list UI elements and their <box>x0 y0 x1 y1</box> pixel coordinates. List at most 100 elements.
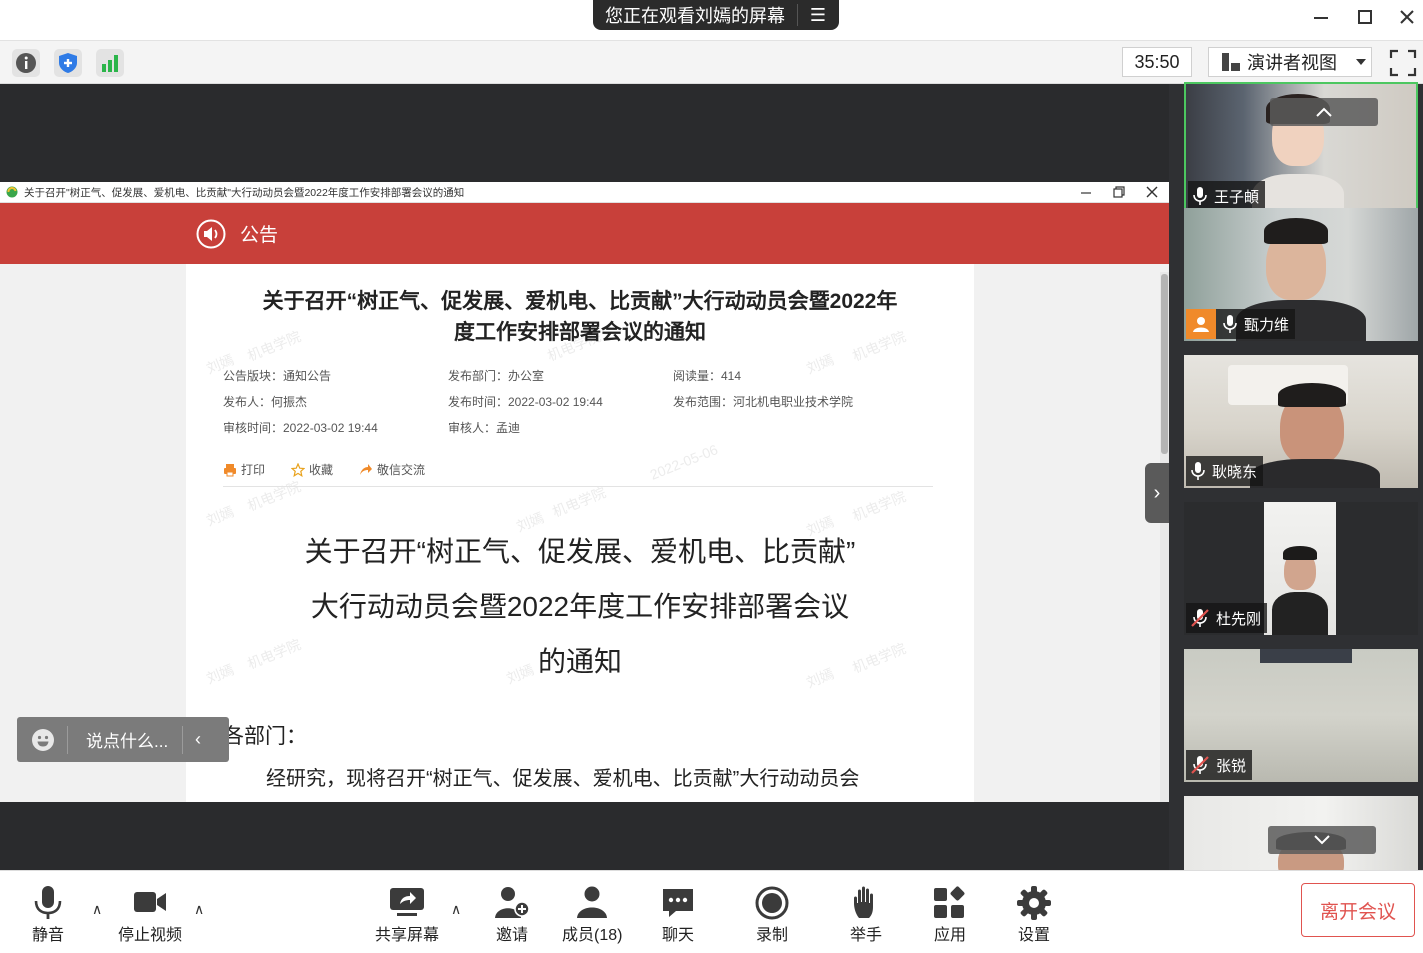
participant-name: 耿晓东 <box>1212 463 1258 481</box>
settings-button[interactable]: 设置 <box>1014 885 1054 945</box>
chevron-up-icon[interactable]: ∧ <box>92 901 102 918</box>
invite-button[interactable]: 邀请 <box>492 885 532 945</box>
document-window-title: 关于召开"树正气、促发展、爱机电、比贡献"大行动动员会暨2022年度工作安排部署… <box>24 186 465 199</box>
participant-tile[interactable]: 张锐 <box>1184 649 1418 782</box>
meta-department: 发布部门：办公室 <box>448 369 545 383</box>
scroll-down-button[interactable] <box>1268 826 1376 854</box>
meta-reviewer: 审核人：孟迪 <box>448 421 521 435</box>
meta-publisher: 发布人：何振杰 <box>223 395 308 409</box>
chevron-left-icon[interactable]: ‹ <box>195 729 201 750</box>
shield-icon[interactable] <box>54 49 82 77</box>
meeting-controls: 静音 ∧ 停止视频 ∧ 共享屏幕 ∧ 邀请 成员(18) 聊天 录制 举手 应用… <box>0 870 1423 953</box>
watermark: 2022-05-06 <box>647 441 721 483</box>
meta-views: 阅读量：414 <box>673 369 742 383</box>
participant-nameplate: 张锐 <box>1186 750 1253 780</box>
body-title-line3: 的通知 <box>537 646 622 677</box>
meta-review-time: 审核时间：2022-03-02 19:44 <box>223 421 378 435</box>
raise-hand-button[interactable]: 举手 <box>846 885 886 945</box>
chevron-up-icon[interactable]: ∧ <box>451 901 461 918</box>
watermark: 刘嫣 <box>804 351 836 377</box>
hand-icon <box>854 886 873 918</box>
meta-scope: 发布范围：河北机电职业技术学院 <box>673 395 854 409</box>
print-button[interactable]: 打印 <box>223 461 265 478</box>
chevron-right-icon: › <box>1153 481 1161 504</box>
microphone-icon <box>1223 315 1237 333</box>
members-icon <box>577 886 608 918</box>
divider <box>223 486 933 487</box>
chevron-down-icon <box>1314 835 1330 845</box>
meeting-toolbar: 35:50 演讲者视图 <box>0 40 1423 84</box>
participant-name: 张锐 <box>1216 757 1247 775</box>
minimize-icon[interactable] <box>1303 4 1339 30</box>
microphone-icon <box>34 886 62 919</box>
participant-tile[interactable]: 杜先刚 <box>1184 502 1418 635</box>
share-screen-button[interactable]: 共享屏幕 <box>375 885 439 945</box>
share-screen-icon <box>390 888 424 916</box>
collapse-gallery-button[interactable]: › <box>1145 463 1169 523</box>
notice-heading-line1: 关于召开“树正气、促发展、爱机电、比贡献”大行动动员会暨2022年 <box>262 290 898 313</box>
microphone-muted-icon <box>1191 609 1209 627</box>
participant-tile[interactable] <box>1184 796 1418 870</box>
leave-meeting-button[interactable]: 离开会议 <box>1301 883 1415 937</box>
view-mode-select[interactable]: 演讲者视图 <box>1208 47 1372 77</box>
speaker-icon <box>196 219 226 248</box>
chat-bubble-icon <box>663 889 693 917</box>
record-button[interactable]: 录制 <box>752 885 792 945</box>
doc-restore-icon[interactable] <box>1112 185 1126 202</box>
stop-video-button[interactable]: 停止视频 <box>118 885 182 945</box>
body-title-line1: 关于召开“树正气、促发展、爱机电、比贡献” <box>304 536 856 567</box>
chevron-up-icon <box>1316 107 1332 117</box>
close-icon[interactable] <box>1389 4 1423 30</box>
participant-nameplate: 甄力维 <box>1186 309 1296 339</box>
browser-icon <box>6 186 18 198</box>
layout-icon <box>1222 53 1240 71</box>
microphone-icon <box>1191 462 1205 480</box>
watermark: 刘嫣 <box>204 503 236 529</box>
apps-button[interactable]: 应用 <box>930 885 970 945</box>
gear-icon <box>1017 886 1051 920</box>
participant-gallery: 王子頔 甄力维 耿晓东 杜先刚 张锐 <box>1169 82 1423 870</box>
members-button[interactable]: 成员(18) <box>562 885 622 945</box>
fullscreen-icon[interactable] <box>1388 48 1418 78</box>
info-icon[interactable] <box>12 49 40 77</box>
announcement-label: 公告 <box>240 225 279 246</box>
participant-name: 王子頔 <box>1214 188 1260 206</box>
participant-tile[interactable]: 王子頔 <box>1184 82 1418 215</box>
notice-paragraph: 经研究，现将召开“树正气、促发展、爱机电、比贡献”大行动动员会 <box>266 768 860 790</box>
divider <box>182 725 183 754</box>
participant-name: 甄力维 <box>1244 316 1290 334</box>
participant-tile[interactable]: 耿晓东 <box>1184 355 1418 488</box>
host-badge-icon <box>1186 309 1216 339</box>
scroll-up-button[interactable] <box>1270 98 1378 126</box>
maximize-icon[interactable] <box>1347 4 1383 30</box>
meta-section: 公告版块：通知公告 <box>223 369 332 383</box>
chevron-down-icon <box>1356 59 1366 65</box>
chat-button[interactable]: 聊天 <box>658 885 698 945</box>
signal-icon[interactable] <box>96 49 124 77</box>
scrollbar-thumb[interactable] <box>1161 274 1168 454</box>
doc-minimize-icon[interactable] <box>1079 185 1093 202</box>
emoji-icon[interactable] <box>31 728 55 752</box>
chat-placeholder: 说点什么... <box>86 732 169 751</box>
doc-close-icon[interactable] <box>1145 185 1159 202</box>
mute-button[interactable]: 静音 <box>28 885 68 945</box>
view-mode-label: 演讲者视图 <box>1247 53 1337 73</box>
meeting-timer: 35:50 <box>1122 47 1192 77</box>
exchange-button[interactable]: 敬信交流 <box>359 461 425 478</box>
microphone-muted-icon <box>1191 756 1209 774</box>
participant-nameplate: 耿晓东 <box>1186 456 1264 486</box>
participant-tile[interactable]: 甄力维 <box>1184 208 1418 341</box>
video-camera-icon <box>134 892 166 912</box>
watermark: 机电学院 <box>850 488 908 524</box>
menu-icon[interactable]: ☰ <box>798 5 838 26</box>
favorite-button[interactable]: 收藏 <box>291 461 333 478</box>
add-user-icon <box>495 887 530 918</box>
chevron-up-icon[interactable]: ∧ <box>194 901 204 918</box>
sharing-notice-text: 您正在观看刘嫣的屏幕 <box>605 6 785 26</box>
sharing-notice[interactable]: 您正在观看刘嫣的屏幕 ☰ <box>593 0 839 30</box>
participant-nameplate: 王子頔 <box>1188 181 1266 211</box>
watermark: 机电学院 <box>550 484 608 520</box>
printer-icon <box>224 463 236 476</box>
chat-input[interactable]: 说点什么... ‹ <box>17 717 229 762</box>
title-bar: 您正在观看刘嫣的屏幕 ☰ <box>0 0 1423 40</box>
